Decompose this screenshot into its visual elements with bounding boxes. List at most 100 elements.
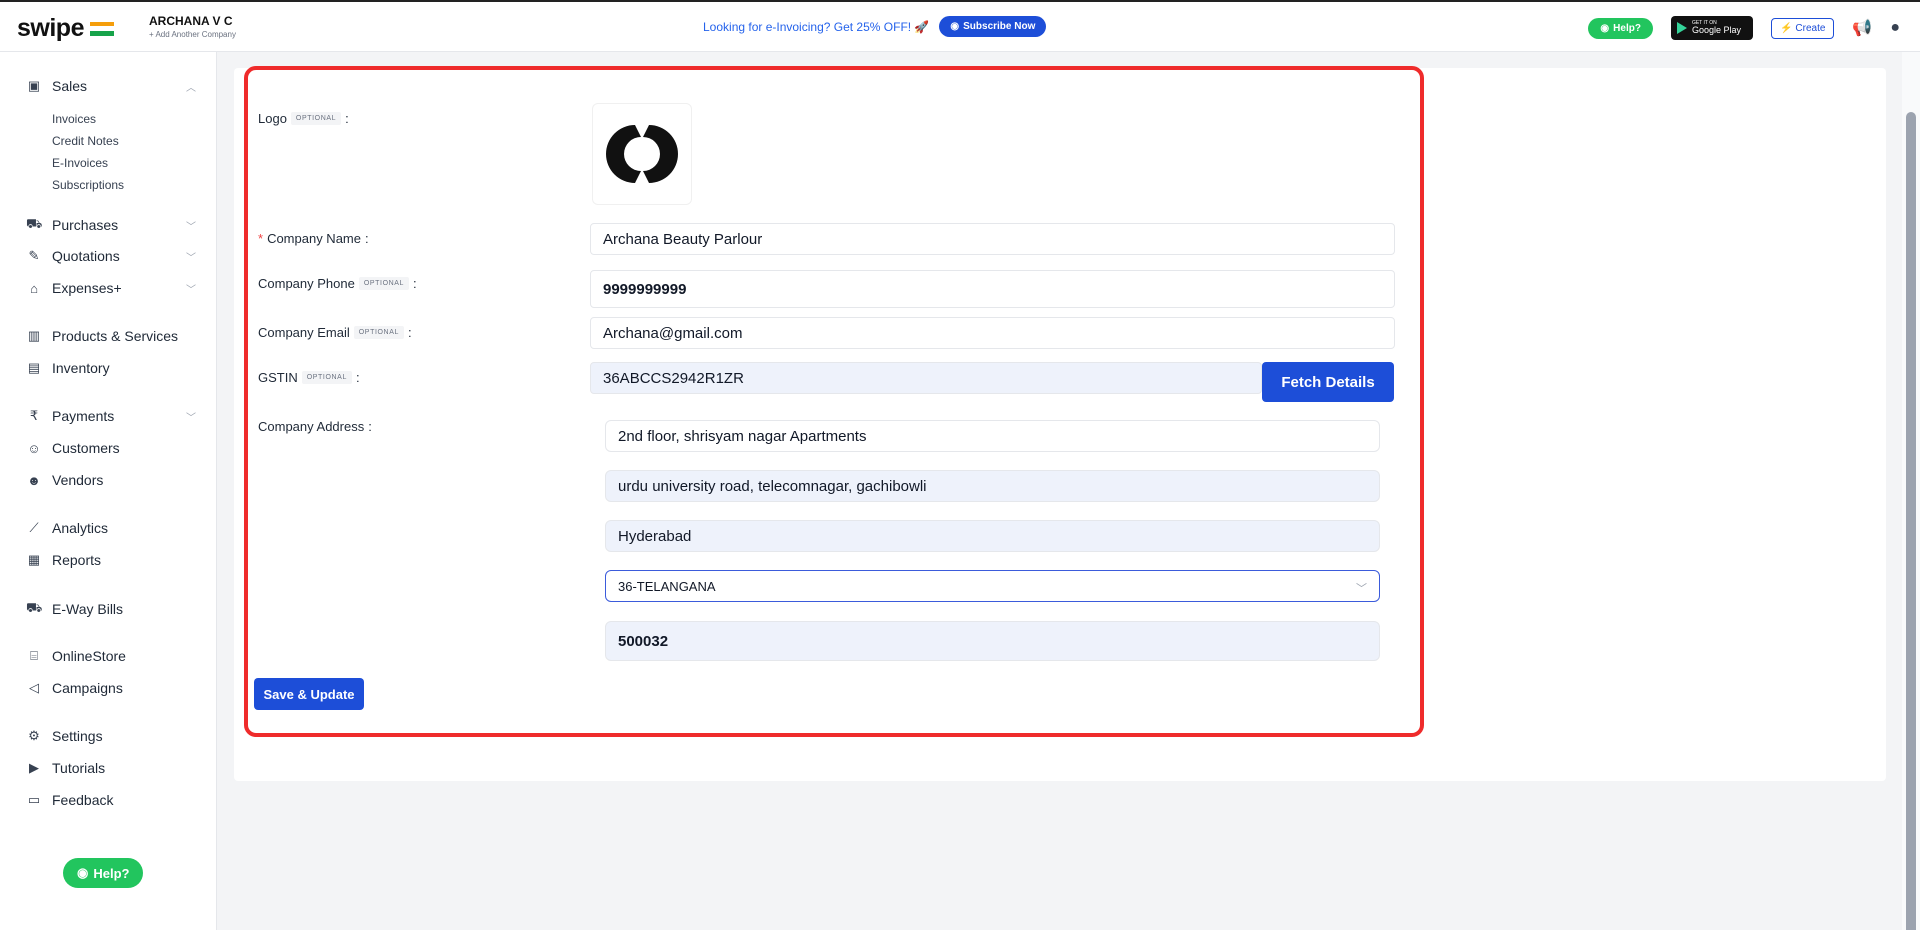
rupee-icon: ₹ xyxy=(29,408,39,423)
sidebar-item-label: Feedback xyxy=(52,792,114,808)
sidebar-item-vendors[interactable]: ☻ Vendors xyxy=(26,472,196,488)
subscribe-button[interactable]: ◉ Subscribe Now xyxy=(939,16,1047,37)
sidebar-item-label: Quotations xyxy=(52,248,120,264)
india-flag-icon xyxy=(89,21,114,36)
youtube-icon: ▶ xyxy=(29,760,39,775)
play-store-icon xyxy=(1676,22,1687,34)
chevron-down-icon: ﹀ xyxy=(186,412,196,424)
pincode-input[interactable]: 500032 xyxy=(605,621,1380,661)
barcode-icon: ▥ xyxy=(27,328,41,343)
sidebar-item-tutorials[interactable]: ▶ Tutorials xyxy=(26,760,196,776)
company-phone-label: Company Phone OPTIONAL : xyxy=(258,276,417,291)
chevron-down-icon: ﹀ xyxy=(1356,583,1367,595)
company-logo-upload[interactable] xyxy=(592,103,692,205)
scrollbar-thumb[interactable] xyxy=(1906,112,1916,930)
sidebar-item-onlinestore[interactable]: ⌸ OnlineStore xyxy=(26,648,196,664)
city-input[interactable]: Hyderabad xyxy=(605,520,1380,552)
logo-label: Logo OPTIONAL : xyxy=(258,111,349,126)
sidebar-item-products[interactable]: ▥ Products & Services xyxy=(26,328,196,344)
save-update-button[interactable]: Save & Update xyxy=(254,678,364,710)
sidebar-subitem-e-invoices[interactable]: E-Invoices xyxy=(52,156,108,170)
sidebar-item-label: Analytics xyxy=(52,520,109,536)
optional-tag: OPTIONAL xyxy=(301,371,352,384)
subscribe-label: Subscribe Now xyxy=(963,21,1036,32)
sidebar-item-customers[interactable]: ☺ Customers xyxy=(26,440,196,456)
truck-icon: ⛟ xyxy=(26,600,43,615)
sidebar-subitem-subscriptions[interactable]: Subscriptions xyxy=(52,178,124,192)
logo-label-text: Logo xyxy=(258,111,287,126)
brand-logo[interactable]: swipe xyxy=(17,14,114,43)
state-select-value: 36-TELANGANA xyxy=(618,578,716,594)
sidebar-item-label: Vendors xyxy=(52,472,104,488)
sidebar-item-sales[interactable]: ▣ Sales ︿ xyxy=(26,78,196,94)
cart-icon: ⛟ xyxy=(26,216,43,231)
chat-icon: ▭ xyxy=(27,792,41,807)
sidebar-item-inventory[interactable]: ▤ Inventory xyxy=(26,360,196,376)
sidebar-item-payments[interactable]: ₹ Payments ﹀ xyxy=(26,408,196,424)
help-button[interactable]: ◉ Help? xyxy=(1588,17,1653,39)
gstin-label-text: GSTIN xyxy=(258,370,298,385)
sidebar-item-expenses[interactable]: ⌂ Expenses+ ﹀ xyxy=(26,280,196,296)
chart-icon: ⟋ xyxy=(29,520,39,535)
report-icon: ▦ xyxy=(27,552,41,567)
chevron-down-icon: ﹀ xyxy=(186,221,196,233)
sidebar-item-purchases[interactable]: ⛟ Purchases ﹀ xyxy=(26,216,196,234)
scrollbar[interactable] xyxy=(1902,52,1920,930)
company-address-label-text: Company Address xyxy=(258,419,365,434)
address-line2-input[interactable]: urdu university road, telecomnagar, gach… xyxy=(605,470,1380,502)
gstin-label: GSTIN OPTIONAL : xyxy=(258,370,360,385)
gstin-input[interactable]: 36ABCCS2942R1ZR xyxy=(590,362,1262,394)
add-company-link[interactable]: + Add Another Company xyxy=(149,30,236,39)
promo-text: Looking for e-Invoicing? Get 25% OFF! 🚀 xyxy=(703,19,930,34)
address-line1-input[interactable]: 2nd floor, shrisyam nagar Apartments xyxy=(605,420,1380,452)
tag-icon: ⌂ xyxy=(30,280,38,296)
whatsapp-icon: ◉ xyxy=(77,865,89,880)
sidebar-item-label: E-Way Bills xyxy=(52,601,124,617)
sidebar-item-label: Purchases xyxy=(52,217,119,233)
create-button[interactable]: ⚡ Create xyxy=(1770,17,1835,39)
company-email-label-text: Company Email xyxy=(258,325,350,340)
required-marker: * xyxy=(258,231,264,246)
sidebar-item-label: Reports xyxy=(52,552,102,568)
company-name-input[interactable]: Archana Beauty Parlour xyxy=(590,223,1395,255)
optional-tag: OPTIONAL xyxy=(358,277,410,290)
google-play-badge[interactable]: GET IT ON Google Play xyxy=(1670,16,1753,40)
company-phone-input[interactable]: 9999999999 xyxy=(590,270,1395,308)
sidebar-subitem-invoices[interactable]: Invoices xyxy=(52,112,96,126)
megaphone-icon: ◁ xyxy=(29,680,39,695)
user-icon: ☺ xyxy=(27,440,41,456)
brand-name: swipe xyxy=(17,14,84,42)
state-select[interactable]: 36-TELANGANA ﹀ xyxy=(605,570,1380,602)
sidebar-item-feedback[interactable]: ▭ Feedback xyxy=(26,792,196,808)
sidebar-item-label: Products & Services xyxy=(52,328,179,344)
sidebar-item-label: Settings xyxy=(52,728,103,744)
company-name-label-text: Company Name xyxy=(267,231,361,246)
google-play-label: Google Play xyxy=(1691,25,1741,35)
sidebar-item-settings[interactable]: ⚙ Settings xyxy=(26,728,196,744)
sidebar-item-analytics[interactable]: ⟋ Analytics xyxy=(26,520,196,536)
company-switcher[interactable]: ARCHANA V C + Add Another Company xyxy=(149,14,236,39)
sidebar-item-label: Campaigns xyxy=(52,680,123,696)
users-icon: ☻ xyxy=(27,472,41,488)
sidebar-item-campaigns[interactable]: ◁ Campaigns xyxy=(26,680,196,696)
sidebar-item-eway[interactable]: ⛟ E-Way Bills xyxy=(26,600,196,618)
whatsapp-icon: ◉ xyxy=(1600,22,1610,34)
company-email-input[interactable]: Archana@gmail.com xyxy=(590,317,1395,349)
whatsapp-icon: ◉ xyxy=(950,21,960,32)
megaphone-icon[interactable]: 📢 xyxy=(1852,18,1872,38)
sidebar-item-label: OnlineStore xyxy=(52,648,126,664)
warehouse-icon: ▤ xyxy=(27,360,41,375)
sidebar-item-label: Payments xyxy=(52,408,115,424)
fetch-details-button[interactable]: Fetch Details xyxy=(1262,362,1394,402)
chevron-up-icon: ︿ xyxy=(186,82,196,94)
sidebar-item-quotations[interactable]: ✎ Quotations ﹀ xyxy=(26,248,196,264)
sidebar-help-button[interactable]: ◉ Help? xyxy=(63,858,144,888)
top-bar: swipe ARCHANA V C + Add Another Company … xyxy=(0,0,1920,52)
create-label: Create xyxy=(1795,22,1826,34)
user-account-icon[interactable]: ● xyxy=(1890,19,1900,37)
company-logo-icon xyxy=(606,125,678,183)
sidebar-subitem-credit-notes[interactable]: Credit Notes xyxy=(52,134,119,148)
store-icon: ⌸ xyxy=(30,648,38,663)
company-phone-label-text: Company Phone xyxy=(258,276,355,291)
sidebar-item-reports[interactable]: ▦ Reports xyxy=(26,552,196,568)
